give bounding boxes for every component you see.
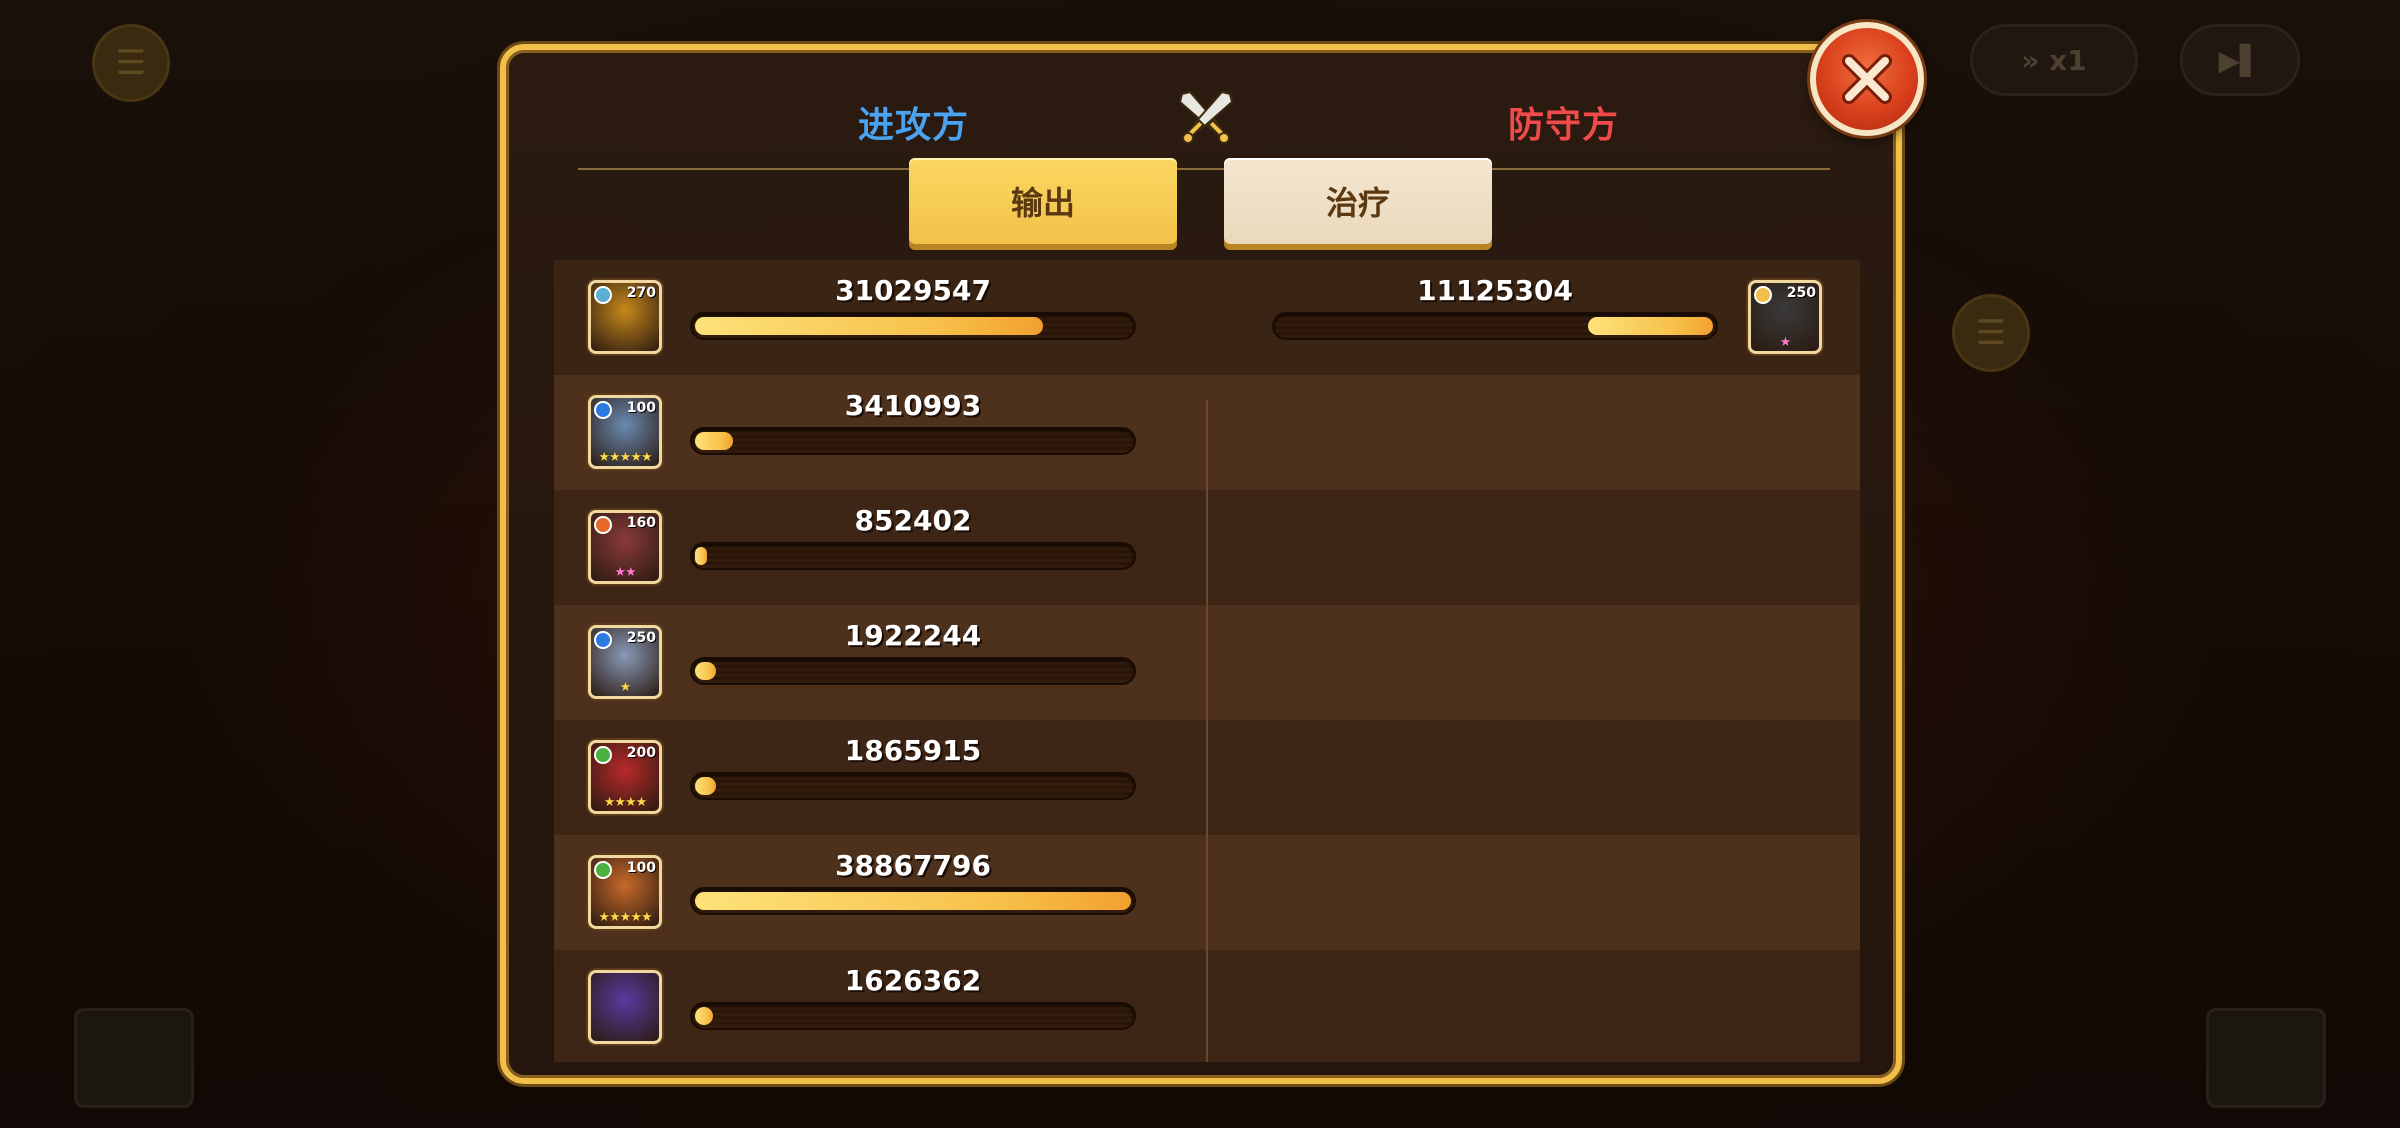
damage-bar-fill <box>695 432 733 450</box>
damage-bar <box>690 657 1136 685</box>
damage-bar-fill <box>695 662 716 680</box>
hero-star-rating: ★ <box>1779 335 1792 350</box>
crossed-swords-icon <box>1178 90 1234 144</box>
hero-level: 100 <box>626 860 656 876</box>
damage-bar-fill <box>695 1007 713 1025</box>
attacker-hero-portrait[interactable] <box>588 970 662 1044</box>
damage-bar <box>690 312 1136 340</box>
damage-value: 31029547 <box>835 274 991 307</box>
damage-value: 1626362 <box>844 964 982 997</box>
hero-level: 160 <box>626 515 656 531</box>
hero-star-rating: ★★★★★ <box>598 910 652 925</box>
damage-bar <box>690 1002 1136 1030</box>
right-slot-card <box>2206 1008 2326 1108</box>
left-slot-card <box>74 1008 194 1108</box>
damage-value: 1865915 <box>844 734 982 767</box>
damage-bar-fill <box>695 892 1131 910</box>
hero-star-rating: ★ <box>619 680 632 695</box>
hero-star-rating: ★★★★★ <box>598 450 652 465</box>
damage-bar <box>690 542 1136 570</box>
attacker-hero-portrait[interactable]: 270 <box>588 280 662 354</box>
hero-level: 200 <box>626 745 656 761</box>
damage-value: 38867796 <box>835 849 991 882</box>
stats-list: 270 31029547 100 ★★★★★ 3410993 160 ★★ 852402 250… <box>554 260 1860 1062</box>
attacker-hero-portrait[interactable]: 100 ★★★★★ <box>588 395 662 469</box>
modal-header: 进攻方 防守方 <box>578 70 1830 170</box>
attacker-title: 进攻方 <box>858 105 970 146</box>
damage-value: 3410993 <box>844 389 982 422</box>
nature-element-icon <box>594 746 612 764</box>
damage-bar <box>690 427 1136 455</box>
attacker-hero-portrait[interactable]: 200 ★★★★ <box>588 740 662 814</box>
menu-button[interactable]: ☰ <box>92 24 170 102</box>
damage-bar-fill <box>695 317 1043 335</box>
hero-level: 270 <box>626 285 656 301</box>
hero-star-rating: ★★★★ <box>603 795 648 810</box>
water-element-icon <box>594 631 612 649</box>
tab-damage[interactable]: 输出 <box>909 158 1177 244</box>
list-button[interactable]: ☰ <box>1952 294 2030 372</box>
attacker-hero-portrait[interactable]: 250 ★ <box>588 625 662 699</box>
damage-value: 11125304 <box>1417 274 1573 307</box>
damage-bar <box>690 772 1136 800</box>
nature-element-icon <box>594 861 612 879</box>
damage-bar-fill <box>695 777 716 795</box>
damage-bar <box>1272 312 1718 340</box>
tab-healing[interactable]: 治疗 <box>1224 158 1492 244</box>
close-icon <box>1842 54 1892 104</box>
damage-value: 852402 <box>854 504 972 537</box>
dark-element-icon <box>594 286 612 304</box>
skip-button[interactable]: ▶▌ <box>2180 24 2300 96</box>
light-element-icon <box>1754 286 1772 304</box>
damage-bar-fill <box>1588 317 1713 335</box>
attacker-hero-portrait[interactable]: 100 ★★★★★ <box>588 855 662 929</box>
damage-bar-fill <box>695 547 707 565</box>
column-divider <box>1206 400 1208 1062</box>
hero-star-rating: ★★ <box>614 565 636 580</box>
hero-level: 250 <box>626 630 656 646</box>
defender-title: 防守方 <box>1508 105 1620 146</box>
battle-stats-modal: 进攻方 防守方 输出 治疗 270 31029547 100 ★★★★★ 3410993… <box>500 44 1902 1084</box>
attacker-hero-portrait[interactable]: 160 ★★ <box>588 510 662 584</box>
damage-value: 1922244 <box>844 619 982 652</box>
fire-element-icon <box>594 516 612 534</box>
close-button[interactable] <box>1810 22 1924 136</box>
speed-toggle[interactable]: » x1 <box>1970 24 2138 96</box>
hero-level: 250 <box>1786 285 1816 301</box>
hero-level: 100 <box>626 400 656 416</box>
water-element-icon <box>594 401 612 419</box>
damage-bar <box>690 887 1136 915</box>
defender-hero-portrait[interactable]: 250 ★ <box>1748 280 1822 354</box>
